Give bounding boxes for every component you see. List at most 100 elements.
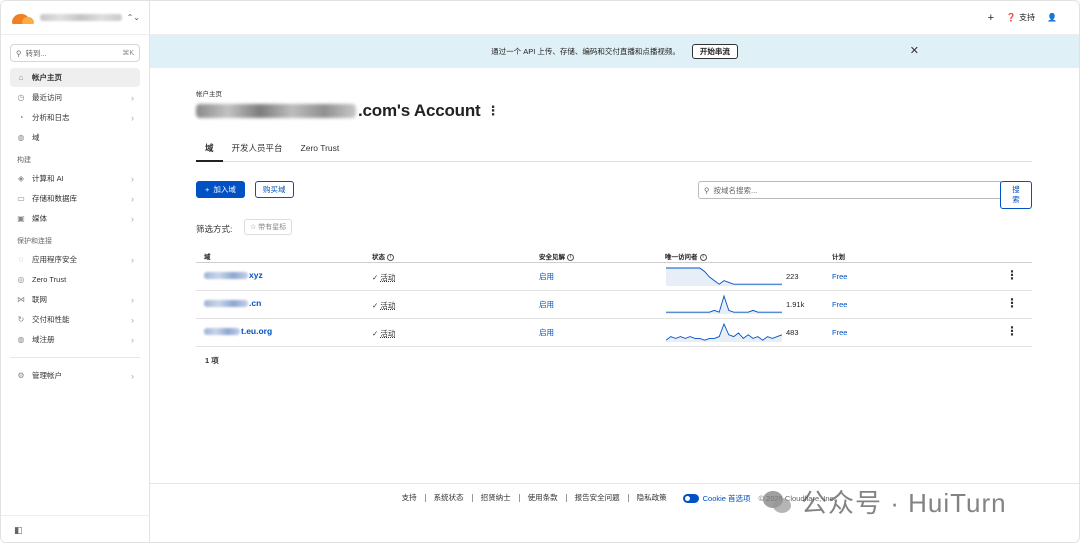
main-content: 帐户主页 .com's Account ⋮ 域 开发人员平台 Zero Trus… [150,68,1079,542]
footer-link-privacy[interactable]: 隐私政策 [629,494,675,502]
switch-chevron-icon[interactable]: ⌃⌄ [127,13,140,22]
security-insights-link[interactable]: 启用 [539,271,554,282]
sidebar-item-compute[interactable]: ◈ 计算和 AI › [10,169,140,188]
domain-link[interactable]: xyz [204,270,263,280]
search-icon: ⚲ [704,185,710,195]
banner-text: 通过一个 API 上传、存储、编码和交付直播和点播视频。 [491,47,680,56]
add-domain-button[interactable]: + 加入域 [196,181,245,198]
header-status: 状态 i [372,251,394,261]
domain-link[interactable]: .cn [204,298,261,308]
top-bar: + ❓ 支持 👤 [150,1,1079,35]
support-menu[interactable]: ❓ 支持 [1006,12,1035,23]
sidebar-item-manage-account[interactable]: ⚙ 管理帐户 › [10,366,140,385]
compute-icon: ◈ [17,174,25,183]
sidebar-item-shield[interactable]: ◌ 应用程序安全 › [10,250,140,269]
sidebar-search[interactable]: ⚲ 转到... ⌘K [10,44,140,62]
footer-link-status[interactable]: 系统状态 [426,494,473,502]
row-more-icon[interactable]: ⋮ [1006,268,1018,282]
collapse-sidebar-icon: ◧ [14,524,23,535]
sidebar-item-label: 最近访问 [32,93,62,102]
sidebar-item-clock[interactable]: ◷ 最近访问 › [10,88,140,107]
plan-link[interactable]: Free [832,328,847,337]
more-vertical-icon[interactable]: ⋮ [486,103,499,119]
watermark: 公众号 · HuiTurn [763,483,1007,520]
close-icon[interactable]: ✕ [910,44,919,57]
support-label: 支持 [1019,13,1036,22]
chevron-right-icon: › [131,334,134,345]
info-icon[interactable]: i [387,253,394,261]
footer-link-careers[interactable]: 招贤纳士 [473,494,520,502]
table-row[interactable]: t.eu.org ✓ 活动 启用 483 Free ⋮ [196,319,1032,347]
breadcrumb[interactable]: 帐户主页 [196,88,222,98]
tab-developer-platform[interactable]: 开发人员平台 [223,138,292,162]
domain-suffix: t.eu.org [241,326,273,336]
sidebar-item-label: 应用程序安全 [32,255,77,264]
account-switcher[interactable]: ⌃⌄ [1,1,149,35]
header-visitors-label: 唯一访问者 [665,254,698,261]
starred-filter-label: 带有星标 [258,224,287,231]
sidebar-item-registrar[interactable]: ◍ 域注册 › [10,330,140,349]
app-window: ⌃⌄ ⚲ 转到... ⌘K ⌂ 帐户主页 ◷ 最近访问 › ◔ 分析和日志 › ◍ 域 构建 ◈ 计… [0,0,1080,543]
sidebar-item-home[interactable]: ⌂ 帐户主页 [10,68,140,87]
sidebar-item-storage[interactable]: ▭ 存储和数据库 › [10,189,140,208]
row-more-icon[interactable]: ⋮ [1006,296,1018,310]
domains-table: 域 状态 i 安全见解 i 唯一访问者 i 计划 xyz ✓ 活动 启用 223 Free ⋮.… [196,248,1032,347]
header-status-label: 状态 [372,254,385,261]
search-button[interactable]: 搜索 [1000,181,1032,209]
search-icon: ⚲ [16,48,22,58]
sidebar-item-zero-trust[interactable]: ◎ Zero Trust [10,270,140,289]
table-row[interactable]: xyz ✓ 活动 启用 223 Free ⋮ [196,263,1032,291]
section-build: 构建 [17,157,31,164]
footer-link-terms[interactable]: 使用条款 [520,494,567,502]
status-label[interactable]: 活动 [380,301,395,310]
cookie-preferences-link[interactable]: Cookie 首选项 [703,493,751,504]
domain-search-placeholder: 按域名搜索... [713,185,758,195]
tab-bar: 域 开发人员平台 Zero Trust [196,138,1032,162]
item-count: 1 项 [205,356,219,365]
domain-search-input[interactable]: ⚲ 按域名搜索... [698,181,1001,199]
gear-icon: ⚙ [17,371,25,380]
tab-zero-trust[interactable]: Zero Trust [292,138,349,162]
page-title-suffix: .com's Account [358,101,481,120]
info-icon[interactable]: i [567,253,574,261]
security-insights-link[interactable]: 启用 [539,327,554,338]
sparkline-area [666,296,782,314]
header-visitors: 唯一访问者 i [665,251,707,261]
sidebar-item-label: 计算和 AI [32,174,64,183]
collapse-sidebar-button[interactable]: ◧ [1,515,149,542]
star-icon: ☆ [250,224,257,231]
security-insights-link[interactable]: 启用 [539,299,554,310]
row-more-icon[interactable]: ⋮ [1006,324,1018,338]
buy-domain-button[interactable]: 购买域 [255,181,294,198]
add-domain-label: 加入域 [213,185,236,194]
info-icon[interactable]: i [699,253,707,261]
chevron-right-icon: › [131,112,134,123]
footer-link-support[interactable]: 支持 [394,494,426,502]
footer-link-report-security[interactable]: 报告安全问题 [567,494,629,502]
sidebar-item-chart[interactable]: ◔ 分析和日志 › [10,108,140,127]
filter-label: 筛选方式: [196,224,233,234]
cookie-toggle-icon[interactable] [682,493,699,503]
account-email-redacted [196,104,356,118]
tab-domains[interactable]: 域 [196,138,223,162]
visitors-count: 483 [786,328,799,337]
sidebar-item-label: 交付和性能 [32,315,70,324]
sidebar-item-delivery[interactable]: ↻ 交付和性能 › [10,310,140,329]
delivery-icon: ↻ [17,315,25,324]
sidebar-item-media[interactable]: ▣ 媒体 › [10,209,140,228]
domain-link[interactable]: t.eu.org [204,326,272,336]
starred-filter[interactable]: ☆ 带有星标 [244,219,293,235]
status-label[interactable]: 活动 [380,273,395,282]
sidebar-item-globe[interactable]: ◍ 域 [10,128,140,147]
user-menu-icon[interactable]: 👤 [1047,13,1057,22]
sidebar-item-network[interactable]: ⋈ 联网 › [10,290,140,309]
globe-icon: ◍ [17,133,25,142]
plan-link[interactable]: Free [832,272,847,281]
plan-link[interactable]: Free [832,300,847,309]
status-label[interactable]: 活动 [380,329,395,338]
chevron-right-icon: › [131,193,134,204]
add-icon[interactable]: + [988,12,994,24]
start-streaming-button[interactable]: 开始串流 [691,44,738,59]
table-row[interactable]: .cn ✓ 活动 启用 1.91k Free ⋮ [196,291,1032,319]
network-icon: ⋈ [17,295,25,304]
